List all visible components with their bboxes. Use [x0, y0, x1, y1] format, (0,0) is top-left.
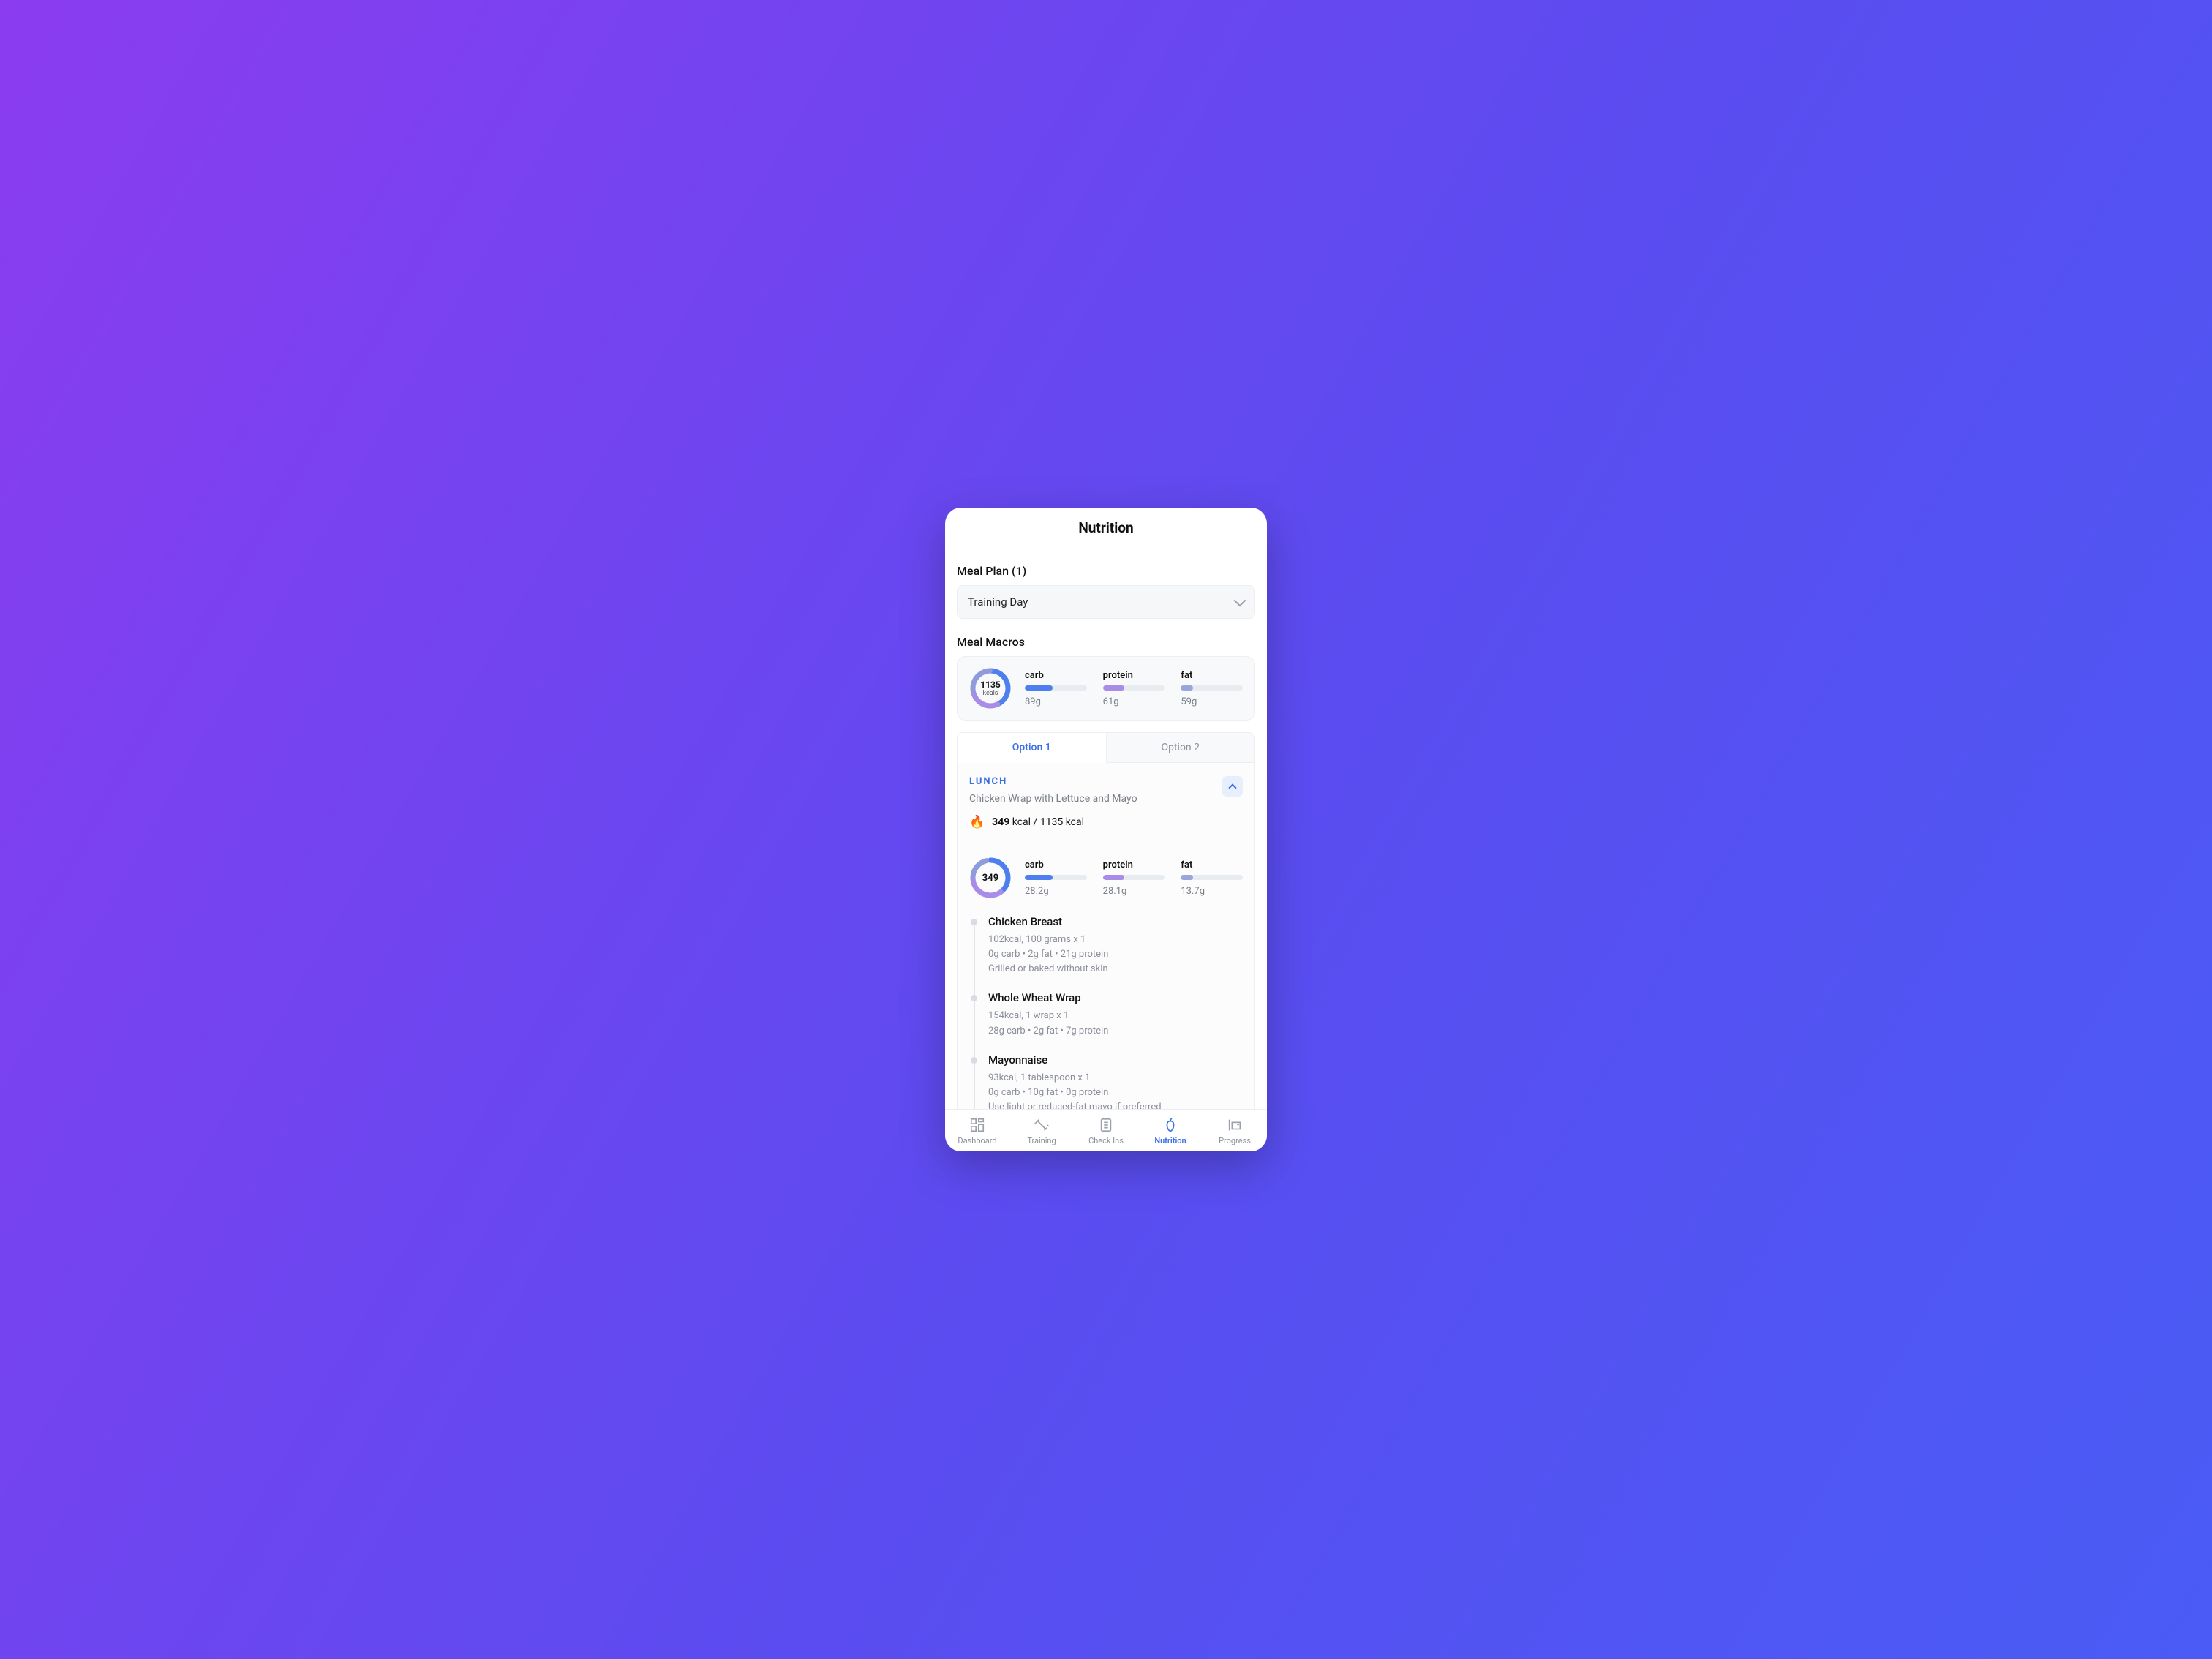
- mealplan-label: Meal Plan (1): [957, 564, 1255, 578]
- total-protein-col: protein 61g: [1103, 670, 1165, 707]
- total-kcal-ring: 1135 kcals: [969, 667, 1012, 710]
- meal-protein-col: protein 28.1g: [1103, 859, 1165, 897]
- page-title: Nutrition: [957, 519, 1255, 536]
- meal-title: LUNCH: [969, 776, 1222, 787]
- meal-fat-col: fat 13.7g: [1181, 859, 1243, 897]
- app-frame: Nutrition Meal Plan (1) Training Day Mea…: [945, 508, 1267, 1151]
- macros-label: Meal Macros: [957, 635, 1255, 649]
- meal-panel: LUNCH Chicken Wrap with Lettuce and Mayo…: [957, 763, 1255, 1109]
- nav-training[interactable]: Training: [1009, 1110, 1074, 1151]
- nav-progress[interactable]: Progress: [1203, 1110, 1267, 1151]
- chevron-up-icon: [1228, 783, 1236, 791]
- meal-kcal-ring: 349: [969, 857, 1012, 899]
- meal-header: LUNCH Chicken Wrap with Lettuce and Mayo: [969, 776, 1243, 815]
- ingredient-list: Chicken Breast 102kcal, 100 grams x 1 0g…: [969, 915, 1243, 1109]
- scroll-content[interactable]: Meal Plan (1) Training Day Meal Macros 1…: [945, 548, 1267, 1109]
- header: Nutrition: [945, 508, 1267, 548]
- nav-dashboard[interactable]: Dashboard: [945, 1110, 1009, 1151]
- daytype-value: Training Day: [968, 595, 1028, 609]
- collapse-button[interactable]: [1222, 776, 1243, 797]
- meal-macro-columns: carb 28.2g protein 28.1g fat 13.7g: [1025, 859, 1243, 897]
- meal-description: Chicken Wrap with Lettuce and Mayo: [969, 793, 1222, 805]
- nav-checkins[interactable]: Check Ins: [1074, 1110, 1138, 1151]
- fire-icon: 🔥: [969, 815, 985, 830]
- total-kcal-unit: kcals: [983, 690, 998, 697]
- meal-kcal-row: 🔥 349 kcal / 1135 kcal: [969, 815, 1243, 830]
- dumbbell-icon: [1034, 1117, 1050, 1133]
- meal-macros-row: 349 carb 28.2g protein 28.1g f: [969, 857, 1243, 899]
- apple-icon: [1162, 1117, 1178, 1133]
- total-macro-columns: carb 89g protein 61g fat 59g: [1025, 670, 1243, 707]
- bottom-nav: Dashboard Training Check Ins Nutrition: [945, 1109, 1267, 1151]
- total-fat-col: fat 59g: [1181, 670, 1243, 707]
- total-kcal-value: 1135: [980, 680, 1001, 690]
- clipboard-icon: [1098, 1117, 1114, 1133]
- ingredient-item: Whole Wheat Wrap 154kcal, 1 wrap x 1 28g…: [988, 991, 1243, 1038]
- progress-icon: [1227, 1117, 1243, 1133]
- nav-nutrition[interactable]: Nutrition: [1138, 1110, 1203, 1151]
- daytype-select[interactable]: Training Day: [957, 585, 1255, 619]
- chevron-down-icon: [1234, 595, 1246, 607]
- total-macros-card: 1135 kcals carb 89g protein 61g fat: [957, 656, 1255, 721]
- meal-kcal-text: 349 kcal / 1135 kcal: [992, 816, 1084, 828]
- ingredient-item: Chicken Breast 102kcal, 100 grams x 1 0g…: [988, 915, 1243, 977]
- total-carb-col: carb 89g: [1025, 670, 1087, 707]
- tab-option-2[interactable]: Option 2: [1107, 732, 1256, 763]
- meal-ring-value: 349: [982, 873, 998, 884]
- ingredient-item: Mayonnaise 93kcal, 1 tablespoon x 1 0g c…: [988, 1053, 1243, 1109]
- tab-option-1[interactable]: Option 1: [957, 732, 1107, 763]
- option-tabs: Option 1 Option 2: [957, 732, 1255, 763]
- dashboard-icon: [969, 1117, 985, 1133]
- meal-carb-col: carb 28.2g: [1025, 859, 1087, 897]
